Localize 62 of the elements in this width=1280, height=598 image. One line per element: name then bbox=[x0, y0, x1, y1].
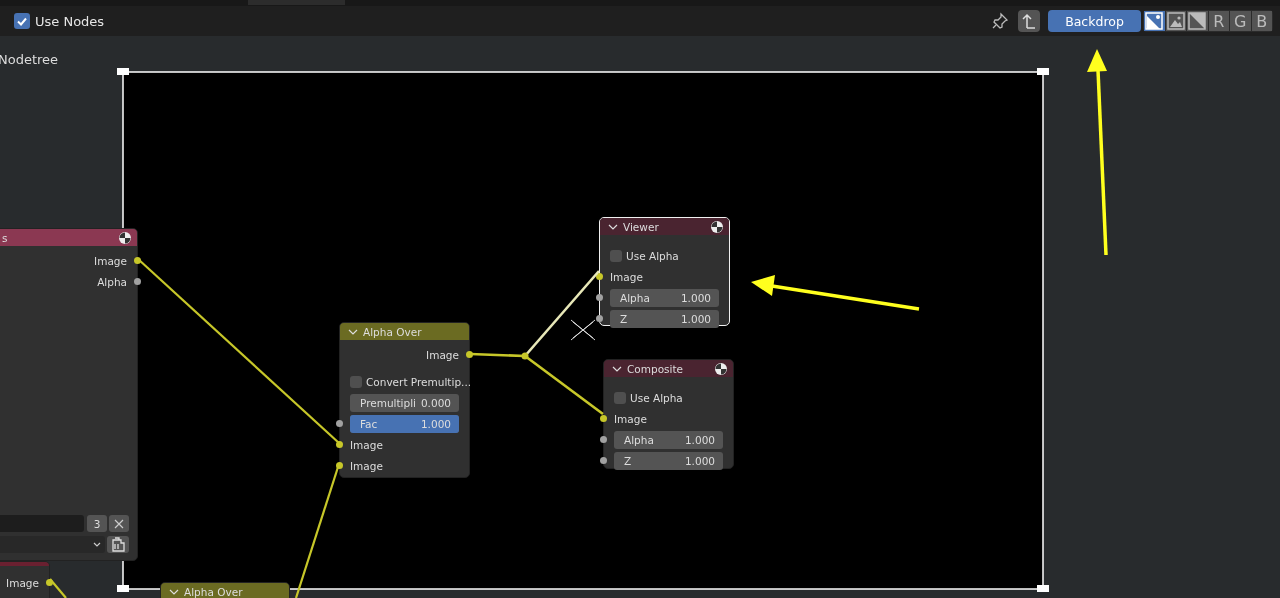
node-link bbox=[49, 578, 67, 598]
socket-label: Image bbox=[350, 438, 383, 451]
backdrop-button[interactable]: Backdrop bbox=[1048, 10, 1141, 32]
use-nodes-checkbox[interactable]: Use Nodes bbox=[14, 13, 105, 29]
socket-dot[interactable] bbox=[134, 257, 141, 264]
close-button[interactable] bbox=[109, 515, 129, 532]
socket-dot[interactable] bbox=[600, 457, 607, 464]
dropdown-field[interactable] bbox=[0, 536, 105, 553]
slider-field[interactable]: Fac 1.000 bbox=[350, 414, 459, 433]
socket-dot[interactable] bbox=[336, 462, 343, 469]
socket-dot[interactable] bbox=[596, 273, 603, 280]
node-tree-label: Nodetree bbox=[0, 52, 59, 67]
socket-dot[interactable] bbox=[600, 436, 607, 443]
node-title: Viewer bbox=[623, 220, 659, 233]
parent-node-tree-button[interactable] bbox=[1018, 10, 1040, 32]
socket-dot[interactable] bbox=[46, 579, 53, 586]
node-header[interactable]: s bbox=[0, 229, 137, 246]
socket-label: Image bbox=[610, 270, 643, 283]
resize-handle[interactable] bbox=[1037, 68, 1049, 75]
number-field[interactable]: Alpha 1.000 bbox=[610, 288, 719, 307]
channel-button[interactable]: B bbox=[1251, 11, 1272, 31]
node-header[interactable]: Viewer bbox=[600, 218, 729, 235]
channel-button[interactable]: G bbox=[1230, 11, 1251, 31]
node-header[interactable]: Alpha Over bbox=[161, 583, 289, 598]
number-field[interactable]: Alpha 1.000 bbox=[614, 430, 723, 449]
open-file-button[interactable] bbox=[107, 536, 129, 553]
socket-label: Image bbox=[94, 254, 127, 267]
resize-handle[interactable] bbox=[117, 68, 129, 75]
number-field[interactable]: Premultipli 0.000 bbox=[350, 393, 459, 412]
socket-dot[interactable] bbox=[596, 294, 603, 301]
socket-label: Alpha bbox=[97, 275, 127, 288]
caret-icon bbox=[93, 541, 101, 548]
checkbox[interactable]: Use Alpha bbox=[614, 391, 683, 404]
node-header[interactable]: Composite bbox=[604, 360, 733, 377]
socket-dot[interactable] bbox=[134, 278, 141, 285]
checkbox[interactable]: Use Alpha bbox=[610, 249, 679, 262]
socket-label: Image bbox=[614, 412, 647, 425]
socket-dot[interactable] bbox=[336, 441, 343, 448]
node-title: Alpha Over bbox=[363, 325, 422, 338]
socket-label: Image bbox=[6, 576, 39, 589]
checkbox[interactable]: Convert Premultip... bbox=[350, 375, 472, 388]
resize-handle[interactable] bbox=[117, 585, 129, 592]
node-header[interactable]: Alpha Over bbox=[340, 323, 469, 340]
resize-handle[interactable] bbox=[1037, 585, 1049, 592]
number-field[interactable]: Z 1.000 bbox=[614, 451, 723, 470]
channel-button[interactable]: R bbox=[1208, 11, 1229, 31]
socket-dot[interactable] bbox=[600, 415, 607, 422]
close-icon bbox=[113, 517, 125, 530]
node-title: Alpha Over bbox=[184, 585, 243, 598]
socket-dot[interactable] bbox=[336, 420, 343, 427]
node-title: s bbox=[2, 231, 8, 244]
up-arrow-icon bbox=[1020, 11, 1038, 31]
socket-label: Image bbox=[350, 459, 383, 472]
socket-dot[interactable] bbox=[466, 351, 473, 358]
node-title: Composite bbox=[627, 362, 684, 375]
socket-dot[interactable] bbox=[596, 315, 603, 322]
cut-links-cursor bbox=[570, 319, 596, 341]
clipboard-icon bbox=[110, 536, 126, 553]
socket-label: Image bbox=[426, 348, 459, 361]
reroute-point[interactable] bbox=[521, 352, 529, 360]
number-field[interactable]: Z 1.000 bbox=[610, 309, 719, 328]
user-count-button[interactable]: 3 bbox=[87, 515, 107, 532]
